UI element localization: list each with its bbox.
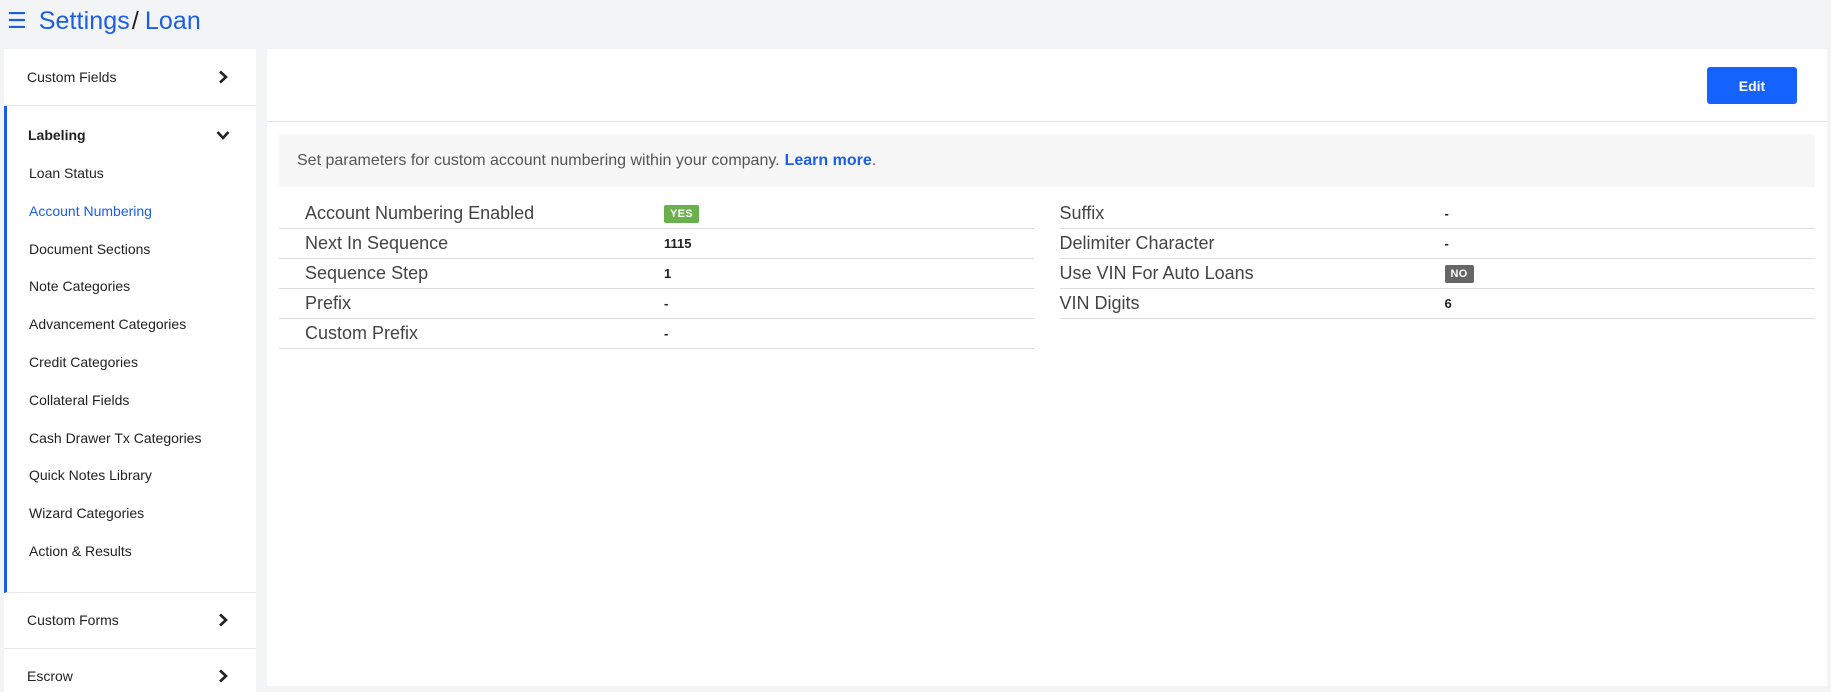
sidebar-section-labeling-header[interactable]: Labeling [7,106,256,163]
field-row-next-in-sequence: Next In Sequence 1115 [279,229,1034,259]
sidebar-item-collateral-fields[interactable]: Collateral Fields [7,390,256,428]
info-banner: Set parameters for custom account number… [279,134,1815,187]
fields-left-column: Account Numbering Enabled YES Next In Sequ… [279,199,1034,349]
edit-button[interactable]: Edit [1707,67,1797,104]
chevron-down-icon [216,130,230,140]
hamburger-icon[interactable]: ☰ [7,9,27,32]
page-header: ☰ Settings / Loan [0,0,1831,42]
sidebar-item-document-sections[interactable]: Document Sections [7,239,256,277]
field-label: Sequence Step [305,263,429,283]
status-badge: YES [664,204,699,223]
sidebar-item-account-numbering[interactable]: Account Numbering [7,201,256,239]
sidebar-item-advancement-categories[interactable]: Advancement Categories [7,314,256,352]
chevron-right-icon [219,669,228,683]
sidebar-item-quick-notes-library[interactable]: Quick Notes Library [7,465,256,503]
fields-right-column: Suffix - Delimiter Character - Use VIN For A… [1059,199,1815,349]
field-row-sequence-step: Sequence Step 1 [279,259,1034,289]
field-row-custom-prefix: Custom Prefix - [279,319,1034,349]
field-value: 1115 [664,236,692,251]
field-value: 1 [664,266,672,281]
status-badge: NO [1444,264,1474,283]
field-row-delimiter-character: Delimiter Character - [1059,229,1815,259]
chevron-right-icon [219,70,228,84]
sidebar-item-note-categories[interactable]: Note Categories [7,276,256,314]
field-value: - [664,296,669,311]
field-label: Prefix [305,293,352,313]
sidebar-section-labeling: Labeling Loan Status Account Numbering Doc… [4,106,256,593]
field-value: 6 [1444,296,1452,311]
sidebar-section-label: Escrow [27,668,73,685]
breadcrumb-settings[interactable]: Settings [39,7,130,36]
field-row-prefix: Prefix - [279,289,1034,319]
sidebar-section-custom-forms[interactable]: Custom Forms [4,593,256,649]
learn-more-link[interactable]: Learn more [785,152,872,170]
sidebar-item-cash-drawer-tx-categories[interactable]: Cash Drawer Tx Categories [7,428,256,466]
field-row-use-vin-for-auto-loans: Use VIN For Auto Loans NO [1059,259,1815,289]
field-row-suffix: Suffix - [1059,199,1815,229]
field-row-vin-digits: VIN Digits 6 [1059,289,1815,319]
field-label: Use VIN For Auto Loans [1059,263,1254,283]
sidebar-item-action-and-results[interactable]: Action & Results [7,541,256,579]
field-label: Account Numbering Enabled [305,203,535,223]
field-label: Custom Prefix [305,323,419,343]
field-label: Delimiter Character [1059,233,1215,253]
sidebar-section-label: Custom Fields [27,69,117,85]
panel-toolbar: Edit [267,49,1827,122]
field-row-account-numbering-enabled: Account Numbering Enabled YES [279,199,1034,229]
breadcrumb-separator: / [131,6,139,35]
field-label: Next In Sequence [305,233,449,253]
field-value: - [1444,206,1449,221]
settings-sidebar: Custom Fields Labeling Loan Status Accoun… [4,49,256,692]
field-value: - [664,326,669,341]
sidebar-item-wizard-categories[interactable]: Wizard Categories [7,503,256,541]
main-panel: Edit Set parameters for custom account n… [267,49,1827,686]
sidebar-item-loan-status[interactable]: Loan Status [7,163,256,201]
field-label: VIN Digits [1059,293,1140,313]
field-label: Suffix [1059,203,1105,223]
sidebar-section-custom-fields[interactable]: Custom Fields [4,49,256,106]
sidebar-item-credit-categories[interactable]: Credit Categories [7,352,256,390]
sidebar-section-label: Labeling [28,126,86,143]
breadcrumb-loan: Loan [144,6,201,35]
info-period: . [871,151,877,169]
sidebar-section-escrow[interactable]: Escrow [4,649,256,692]
sidebar-section-label: Custom Forms [27,612,119,629]
settings-fields: Account Numbering Enabled YES Next In Sequ… [279,199,1815,349]
info-text: Set parameters for custom account number… [297,151,780,169]
field-value: - [1444,236,1449,251]
chevron-right-icon [219,613,228,627]
